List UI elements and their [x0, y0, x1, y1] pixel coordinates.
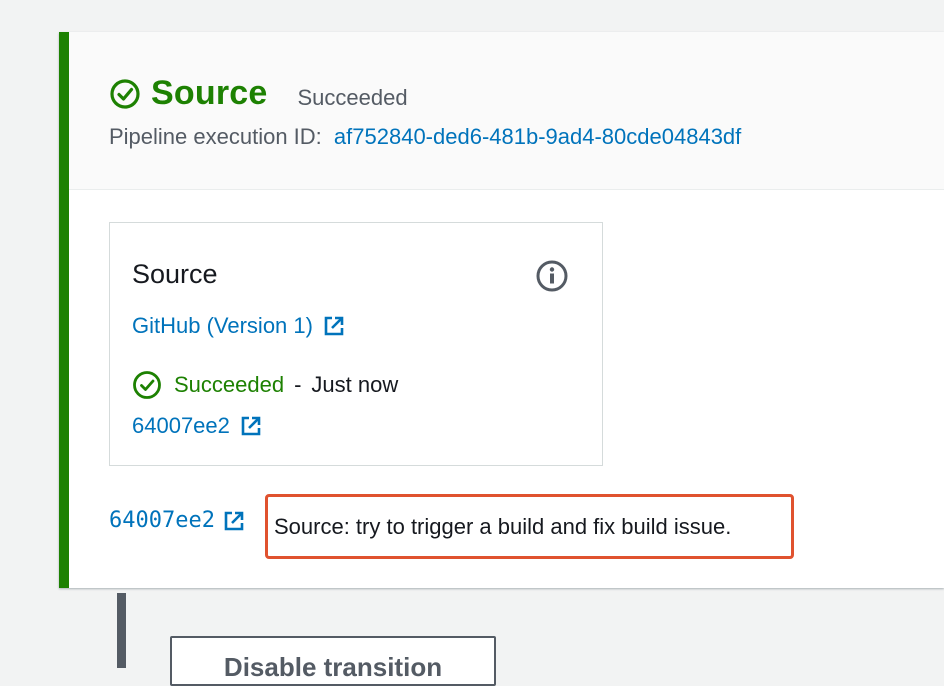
commit-id-link[interactable]: 64007ee2 — [109, 508, 215, 533]
commit-message: Source: try to trigger a build and fix b… — [274, 514, 732, 539]
stage-title: Source — [151, 74, 268, 112]
action-status-row: Succeeded - Just now — [132, 370, 398, 400]
stage-title-row: Source Succeeded — [109, 74, 408, 113]
check-circle-icon — [132, 370, 162, 400]
transition-connector — [117, 593, 126, 668]
action-commit-link[interactable]: 64007ee2 — [132, 413, 262, 439]
external-link-icon[interactable] — [223, 510, 245, 532]
execution-id-link[interactable]: af752840-ded6-481b-9ad4-80cde04843df — [334, 124, 741, 149]
action-commit-id: 64007ee2 — [132, 413, 230, 438]
info-icon[interactable] — [535, 259, 569, 293]
execution-id-label: Pipeline execution ID: — [109, 124, 322, 149]
stage-header: Source Succeeded Pipeline execution ID: … — [69, 32, 944, 190]
commit-row: 64007ee2 — [109, 508, 245, 533]
status-separator: - — [294, 372, 302, 397]
execution-id-row: Pipeline execution ID: af752840-ded6-481… — [109, 124, 741, 150]
action-title: Source — [132, 259, 218, 289]
action-status: Succeeded — [174, 372, 285, 397]
stage-status: Succeeded — [297, 84, 408, 110]
external-link-icon — [240, 415, 262, 437]
stage-panel: Source Succeeded Pipeline execution ID: … — [59, 32, 944, 588]
disable-transition-button[interactable]: Disable transition — [170, 636, 496, 686]
check-circle-icon — [109, 78, 141, 110]
action-time: Just now — [311, 372, 399, 397]
provider-label: GitHub (Version 1) — [132, 313, 313, 338]
action-card: Source GitHub (Version 1) Succeeded - Ju… — [109, 222, 603, 466]
external-link-icon — [323, 315, 345, 337]
provider-link[interactable]: GitHub (Version 1) — [132, 313, 345, 339]
